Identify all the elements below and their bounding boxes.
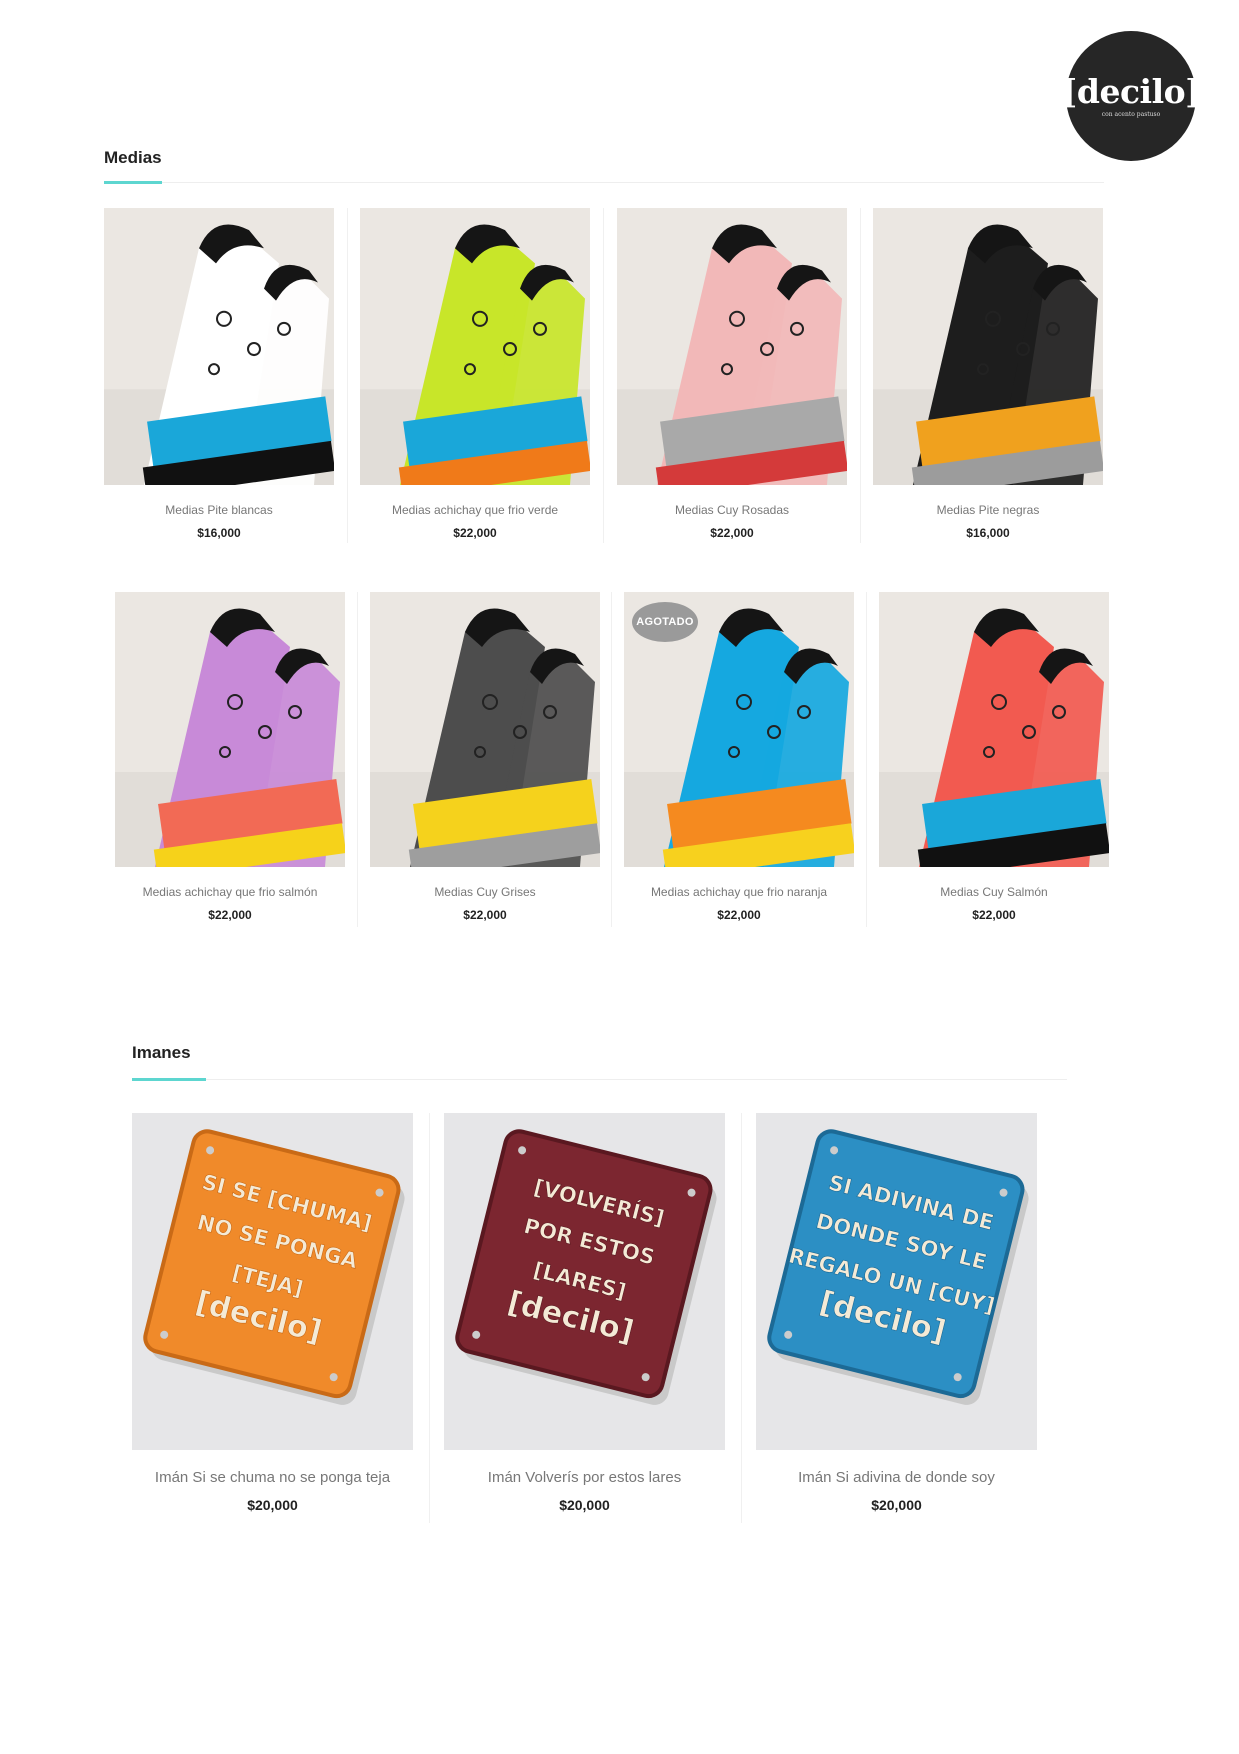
product-price: $22,000 [453,526,497,540]
product-card[interactable]: Medias achichay que frio verde $22,000 [360,208,590,543]
product-card[interactable]: Medias Pite blancas $16,000 [104,208,334,543]
product-price: $16,000 [966,526,1010,540]
product-name[interactable]: Imán Volverís por estos lares [444,1469,725,1486]
product-name[interactable]: Medias achichay que frio verde [360,503,590,517]
product-image[interactable] [115,592,345,867]
card-divider [357,592,358,927]
decilo-logo[interactable]: [decilo] con acento pastuso [1062,31,1201,161]
card-divider [741,1113,742,1523]
card-divider [611,592,612,927]
product-card[interactable]: Medias Pite negras $16,000 [873,208,1103,543]
product-name[interactable]: Imán Si se chuma no se ponga teja [132,1469,413,1486]
card-divider [860,208,861,543]
product-price: $22,000 [710,526,754,540]
card-divider [347,208,348,543]
logo-tagline: con acento pastuso [1101,110,1161,118]
product-price: $20,000 [247,1497,298,1513]
product-name[interactable]: Imán Si adivina de donde soy [756,1469,1037,1486]
product-name[interactable]: Medias Cuy Salmón [879,885,1109,899]
product-price: $16,000 [197,526,241,540]
product-name[interactable]: Medias achichay que frio naranja [624,885,854,899]
product-image[interactable] [370,592,600,867]
product-image[interactable] [873,208,1103,485]
product-price: $22,000 [717,908,761,922]
product-card[interactable]: Medias Cuy Grises $22,000 [370,592,600,925]
product-image[interactable]: SI SE [CHUMA] NO SE PONGA [TEJA] [decilo] [132,1113,413,1450]
product-card[interactable]: AGOTADO Medias achichay que frio naranja $… [624,592,854,925]
product-image[interactable] [617,208,847,485]
product-card[interactable]: [VOLVERÍS] POR ESTOS [LARES] [decilo] Imán V… [444,1113,725,1513]
section-divider [104,182,1104,183]
product-price: $20,000 [871,1497,922,1513]
product-name[interactable]: Medias achichay que frio salmón [115,885,345,899]
product-image[interactable]: AGOTADO [624,592,854,867]
product-name[interactable]: Medias Pite negras [873,503,1103,517]
card-divider [603,208,604,543]
product-image[interactable] [879,592,1109,867]
product-card[interactable]: SI ADIVINA DE DONDE SOY LE REGALO UN [CUY]… [756,1113,1037,1513]
product-card[interactable]: SI SE [CHUMA] NO SE PONGA [TEJA] [decilo] Im… [132,1113,413,1513]
product-price: $20,000 [559,1497,610,1513]
product-name[interactable]: Medias Cuy Grises [370,885,600,899]
section-divider [132,1079,1067,1080]
section-accent-bar [104,181,162,184]
product-card[interactable]: Medias Cuy Rosadas $22,000 [617,208,847,543]
product-name[interactable]: Medias Pite blancas [104,503,334,517]
card-divider [866,592,867,927]
section-accent-bar [132,1078,206,1081]
product-name[interactable]: Medias Cuy Rosadas [617,503,847,517]
product-image[interactable]: SI ADIVINA DE DONDE SOY LE REGALO UN [CUY]… [756,1113,1037,1450]
logo-brand: [decilo] [1061,71,1201,111]
section-title-medias: Medias [104,148,162,167]
section-title-imanes: Imanes [132,1043,191,1062]
product-image[interactable] [104,208,334,485]
product-price: $22,000 [208,908,252,922]
product-card[interactable]: Medias achichay que frio salmón $22,000 [115,592,345,925]
card-divider [429,1113,430,1523]
product-card[interactable]: Medias Cuy Salmón $22,000 [879,592,1109,925]
product-image[interactable]: [VOLVERÍS] POR ESTOS [LARES] [decilo] [444,1113,725,1450]
sold-out-badge: AGOTADO [632,602,698,642]
product-price: $22,000 [972,908,1016,922]
product-image[interactable] [360,208,590,485]
product-price: $22,000 [463,908,507,922]
